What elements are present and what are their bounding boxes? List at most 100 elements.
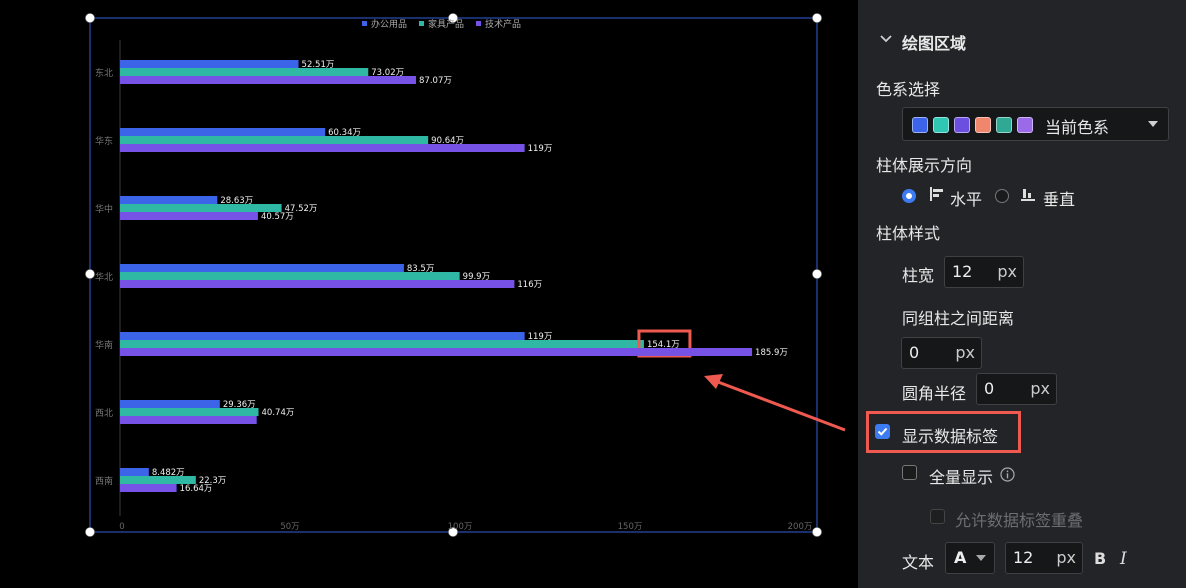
bold-button[interactable]: B — [1094, 549, 1106, 568]
legend-swatch — [476, 21, 481, 26]
bar — [120, 332, 525, 340]
bar — [120, 400, 220, 408]
bar — [120, 476, 196, 484]
resize-handle — [812, 13, 822, 23]
italic-button[interactable]: I — [1120, 549, 1127, 569]
color-swatch — [996, 117, 1012, 133]
caret-down-icon — [976, 555, 986, 561]
bar — [120, 196, 218, 204]
y-category-label: 西南 — [95, 475, 113, 487]
bar-width-unit: px — [997, 262, 1017, 281]
radio-horizontal[interactable] — [902, 189, 916, 203]
x-tick-label: 50万 — [280, 522, 299, 532]
x-tick-label: 0 — [119, 522, 124, 532]
group-gap-input[interactable]: 0 px — [901, 337, 982, 369]
legend-label: 技术产品 — [485, 18, 521, 30]
color-swatch — [912, 117, 928, 133]
font-glyph: A — [954, 548, 967, 567]
y-category-label: 华南 — [95, 339, 113, 351]
legend-label: 家具产品 — [428, 18, 464, 30]
bar — [120, 408, 259, 416]
font-size-input[interactable]: 12 px — [1005, 542, 1083, 574]
data-label: 16.64万 — [180, 484, 213, 494]
bar-width-value: 12 — [952, 262, 973, 281]
allow-overlap-label[interactable]: 允许数据标签重叠 — [955, 507, 1083, 531]
section-title[interactable]: 绘图区域 — [902, 30, 966, 54]
bar — [120, 484, 177, 492]
color-scheme-label: 色系选择 — [876, 80, 941, 99]
allow-overlap-checkbox[interactable] — [930, 509, 945, 524]
color-scheme-select[interactable]: 当前色系 — [902, 107, 1169, 141]
bar — [120, 416, 257, 424]
bar — [120, 348, 753, 356]
color-scheme-value: 当前色系 — [1045, 118, 1110, 137]
group-gap-label: 同组柱之间距离 — [902, 309, 1015, 328]
show-labels-checkbox[interactable] — [875, 424, 890, 439]
caret-down-icon — [1148, 121, 1158, 127]
settings-panel: 绘图区域 色系选择 当前色系 柱体展示方向 水平 垂直 柱体样式 柱宽 12 p… — [858, 0, 1186, 588]
text-label: 文本 — [902, 553, 935, 572]
resize-handle — [812, 269, 822, 279]
bar-horizontal-icon — [930, 187, 943, 201]
color-swatch — [1017, 117, 1033, 133]
corner-radius-value: 0 — [984, 379, 995, 398]
font-size-value: 12 — [1013, 548, 1034, 567]
font-size-unit: px — [1056, 548, 1076, 567]
show-all-checkbox[interactable] — [902, 465, 917, 480]
color-swatch — [975, 117, 991, 133]
check-icon — [877, 427, 888, 436]
corner-radius-label: 圆角半径 — [902, 384, 967, 403]
data-label: 116万 — [517, 280, 542, 290]
show-labels-label[interactable]: 显示数据标签 — [902, 423, 998, 447]
bar — [120, 136, 429, 144]
radio-vertical[interactable] — [995, 189, 1009, 203]
bar-chart[interactable]: 办公用品 家具产品 技术产品0 50万 100万 150万 200万东北52.51万73.0… — [0, 0, 858, 588]
resize-handle — [85, 13, 95, 23]
x-tick-label: 200万 — [788, 522, 813, 532]
bar-width-input[interactable]: 12 px — [944, 256, 1024, 288]
y-category-label: 华中 — [95, 203, 113, 215]
resize-handle — [812, 527, 822, 537]
bar — [120, 76, 417, 84]
chevron-down-icon[interactable] — [879, 34, 893, 44]
font-color-select[interactable]: A — [945, 542, 995, 574]
data-label: 185.9万 — [755, 348, 788, 358]
color-swatch — [954, 117, 970, 133]
bar — [120, 340, 644, 348]
vertical-label[interactable]: 垂直 — [1043, 186, 1075, 210]
color-swatch — [933, 117, 949, 133]
data-label: 40.74万 — [262, 408, 295, 418]
bar — [120, 144, 525, 152]
corner-radius-input[interactable]: 0 px — [976, 373, 1057, 405]
data-label: 119万 — [528, 144, 553, 154]
bar — [120, 128, 326, 136]
bar — [120, 212, 258, 220]
legend-swatch — [362, 21, 367, 26]
bar — [120, 204, 282, 212]
bar — [120, 60, 299, 68]
bar — [120, 68, 369, 76]
resize-handle — [85, 269, 95, 279]
bar — [120, 468, 149, 476]
group-gap-unit: px — [955, 343, 975, 362]
data-label: 40.57万 — [261, 212, 294, 222]
y-category-label: 华北 — [95, 271, 113, 283]
chart-canvas[interactable]: 办公用品 家具产品 技术产品 0 50万 100万 150万 200万 东北 52.51万 73.0… — [0, 0, 858, 588]
x-tick-label: 100万 — [448, 522, 473, 532]
horizontal-label[interactable]: 水平 — [950, 186, 982, 210]
legend-swatch — [419, 21, 424, 26]
corner-radius-unit: px — [1030, 379, 1050, 398]
group-gap-value: 0 — [909, 343, 920, 362]
legend-label: 办公用品 — [371, 18, 407, 30]
bar-style-label: 柱体样式 — [876, 224, 941, 243]
bar — [120, 272, 460, 280]
y-category-label: 西北 — [95, 408, 113, 419]
y-category-label: 华东 — [95, 135, 113, 147]
info-icon[interactable] — [1000, 467, 1015, 482]
bar — [120, 280, 515, 288]
show-all-label[interactable]: 全量显示 — [929, 464, 993, 488]
data-label: 87.07万 — [419, 76, 452, 86]
direction-label: 柱体展示方向 — [876, 156, 973, 175]
bar — [120, 264, 404, 272]
x-tick-label: 150万 — [618, 522, 643, 532]
